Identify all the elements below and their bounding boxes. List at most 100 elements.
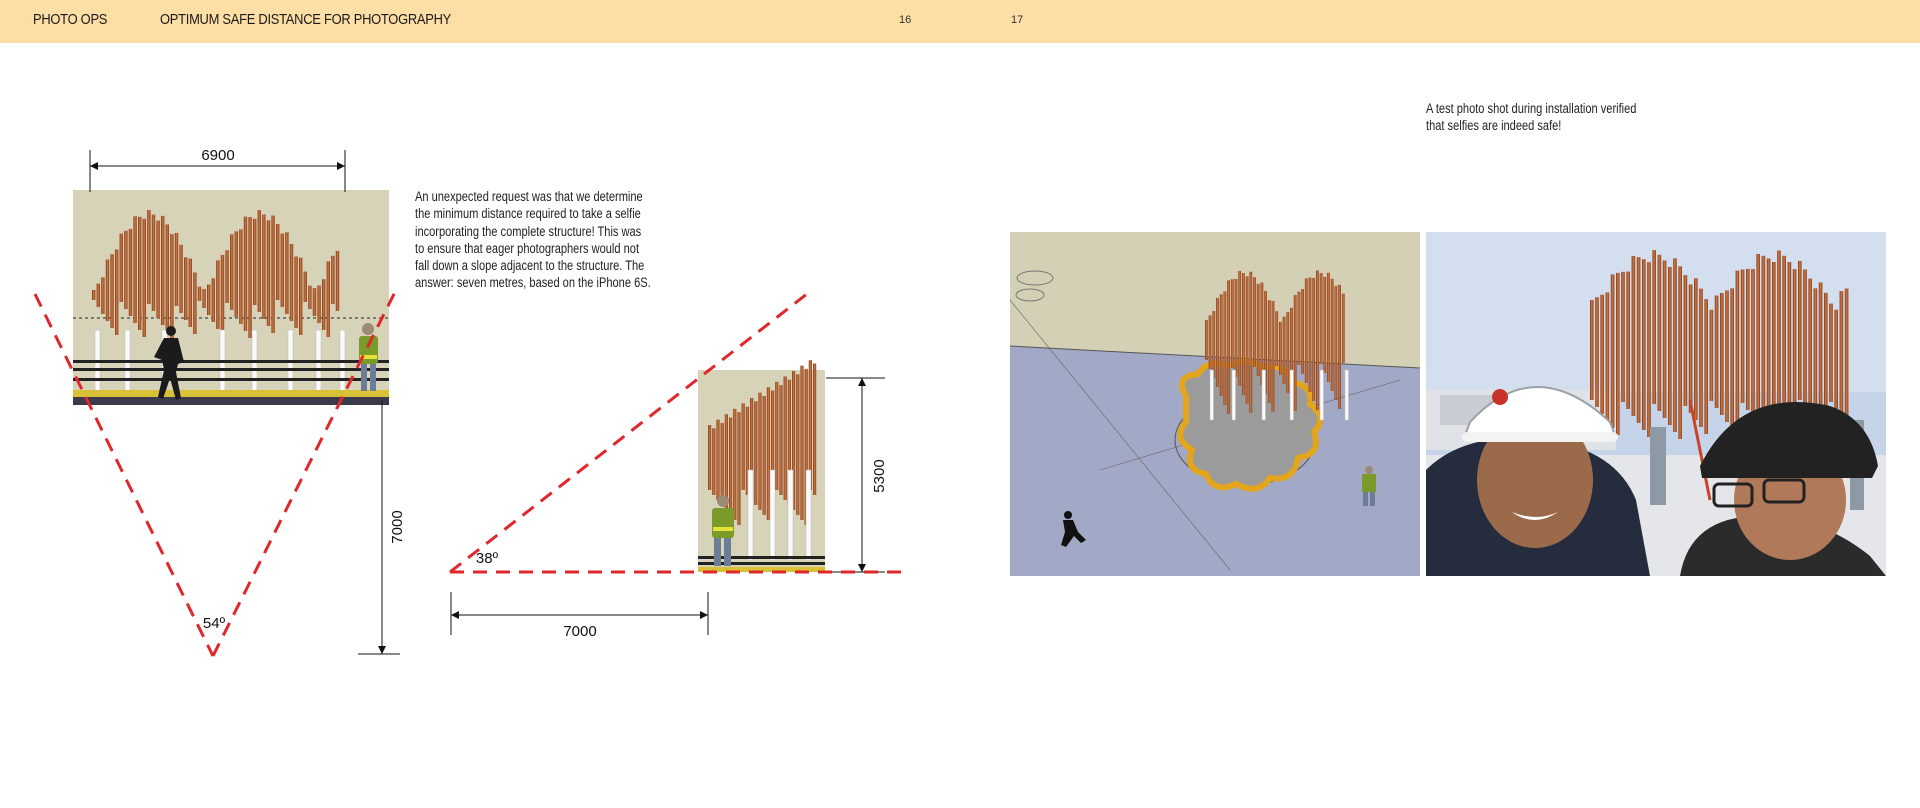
- side-distance-dimension: 7000: [450, 592, 709, 640]
- front-distance-dimension: 7000: [358, 400, 406, 655]
- fin: [1709, 309, 1714, 401]
- fin: [138, 216, 142, 330]
- distance-diagram: 6900 7000 54º 5300 38º 7000: [33, 147, 1886, 657]
- pole: [1344, 369, 1349, 421]
- fin: [322, 279, 326, 330]
- fin: [1834, 309, 1838, 409]
- fin: [1610, 274, 1615, 428]
- fin: [1787, 262, 1792, 426]
- fin: [1590, 300, 1594, 400]
- side-elevation-drawing: [698, 360, 825, 572]
- fin: [766, 387, 770, 520]
- fin: [105, 259, 110, 321]
- fin: [285, 232, 289, 314]
- height-dimension-label: 5300: [871, 459, 888, 492]
- fin: [211, 278, 215, 322]
- fin: [1668, 266, 1672, 425]
- fin: [193, 272, 197, 334]
- fin: [1253, 277, 1256, 367]
- fin: [1308, 277, 1312, 392]
- fin: [216, 260, 220, 329]
- fin: [1730, 288, 1734, 429]
- fin: [1304, 278, 1308, 383]
- pole: [1261, 369, 1266, 421]
- fin: [1219, 294, 1223, 396]
- fin: [299, 257, 303, 335]
- fin: [220, 254, 225, 336]
- fin: [1297, 291, 1301, 365]
- fin: [1657, 254, 1662, 411]
- fin: [1678, 266, 1682, 439]
- fin: [779, 385, 783, 495]
- fin: [754, 401, 758, 505]
- fin: [262, 214, 266, 319]
- fin: [312, 288, 317, 316]
- fin: [800, 365, 804, 520]
- pole: [1231, 369, 1236, 421]
- fin: [184, 257, 188, 320]
- pole: [787, 469, 794, 561]
- fin: [188, 258, 192, 327]
- fin: [161, 215, 165, 325]
- fin: [1205, 320, 1208, 360]
- fin: [151, 214, 156, 311]
- pole: [1289, 369, 1294, 421]
- fin: [741, 403, 745, 490]
- fin: [1341, 293, 1345, 363]
- fin: [96, 283, 100, 307]
- fin: [197, 286, 202, 301]
- pole: [769, 469, 776, 561]
- fin: [1844, 288, 1849, 423]
- fin: [1626, 271, 1630, 409]
- fin: [1223, 291, 1227, 405]
- fin: [783, 376, 787, 500]
- fin: [1662, 260, 1667, 418]
- fin: [1829, 303, 1833, 402]
- fin: [294, 256, 298, 328]
- fin: [733, 408, 737, 520]
- fin: [230, 234, 234, 310]
- fin: [174, 232, 179, 306]
- fin: [101, 277, 105, 314]
- fin: [796, 374, 800, 515]
- fin: [1673, 258, 1677, 432]
- fin: [775, 381, 779, 490]
- fin: [276, 223, 280, 300]
- fin: [1720, 292, 1724, 415]
- fin: [712, 428, 716, 495]
- fin: [1616, 272, 1620, 435]
- fin: [266, 220, 271, 326]
- fin: [165, 224, 169, 332]
- fin: [271, 215, 275, 333]
- fin: [92, 290, 96, 300]
- fin: [1275, 311, 1279, 366]
- fin: [1282, 316, 1286, 384]
- fin: [1242, 273, 1245, 395]
- fin: [225, 250, 229, 303]
- fin: [1761, 255, 1766, 431]
- fin: [1636, 257, 1641, 423]
- width-dimension: 6900: [89, 147, 346, 192]
- fin: [1323, 276, 1327, 373]
- fin: [317, 285, 321, 323]
- fin: [124, 230, 128, 309]
- fin: [1813, 288, 1818, 421]
- fin: [1704, 299, 1708, 434]
- fin: [335, 250, 340, 311]
- fin: [1208, 315, 1212, 369]
- fin: [1245, 276, 1249, 404]
- fin: [720, 422, 724, 505]
- fin: [1595, 297, 1599, 407]
- height-dimension: 5300: [826, 377, 888, 573]
- fin: [729, 417, 733, 515]
- fin: [1312, 277, 1316, 401]
- fin: [289, 243, 294, 321]
- fin: [1293, 294, 1297, 411]
- fin: [133, 216, 137, 323]
- pole: [1209, 369, 1214, 421]
- fin: [1216, 297, 1219, 387]
- render-3d-image: [1009, 232, 1421, 576]
- fin: [243, 216, 248, 331]
- fin: [762, 395, 766, 515]
- fin: [239, 229, 243, 324]
